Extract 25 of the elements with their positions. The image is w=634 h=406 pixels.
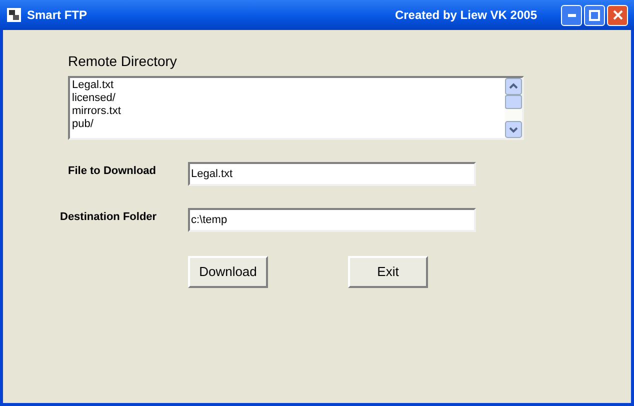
close-icon bbox=[612, 10, 622, 20]
close-button[interactable] bbox=[607, 4, 628, 26]
window-title: Smart FTP bbox=[27, 7, 88, 24]
list-item[interactable]: pub/ bbox=[72, 118, 505, 131]
maximize-icon bbox=[589, 10, 600, 20]
list-item[interactable]: mirrors.txt bbox=[72, 105, 505, 118]
scroll-thumb[interactable] bbox=[505, 95, 522, 109]
field-label: File to Download bbox=[68, 164, 157, 179]
window-caption: Created by Liew VK 2005 bbox=[394, 7, 537, 24]
minimize-button[interactable] bbox=[561, 4, 582, 26]
dialog-button[interactable]: Exit bbox=[348, 256, 428, 288]
scroll-down-icon[interactable] bbox=[505, 121, 522, 138]
dialog-button[interactable]: Download bbox=[188, 256, 268, 288]
minimize-icon bbox=[568, 14, 576, 16]
list-item[interactable]: Legal.txt bbox=[72, 79, 505, 92]
app-icon bbox=[6, 7, 22, 23]
list-item[interactable]: licensed/ bbox=[72, 92, 505, 105]
scrollbar[interactable] bbox=[505, 78, 522, 138]
maximize-button[interactable] bbox=[584, 4, 605, 26]
section-label: Remote Directory bbox=[68, 52, 178, 70]
text-field[interactable]: Legal.txt bbox=[188, 162, 476, 186]
scroll-up-icon[interactable] bbox=[505, 78, 522, 95]
field-label: Destination Folder bbox=[60, 210, 158, 225]
text-field[interactable]: c:\temp bbox=[188, 208, 476, 232]
remote-directory-list[interactable]: Legal.txt licensed/ mirrors.txt pub/ bbox=[68, 76, 524, 140]
